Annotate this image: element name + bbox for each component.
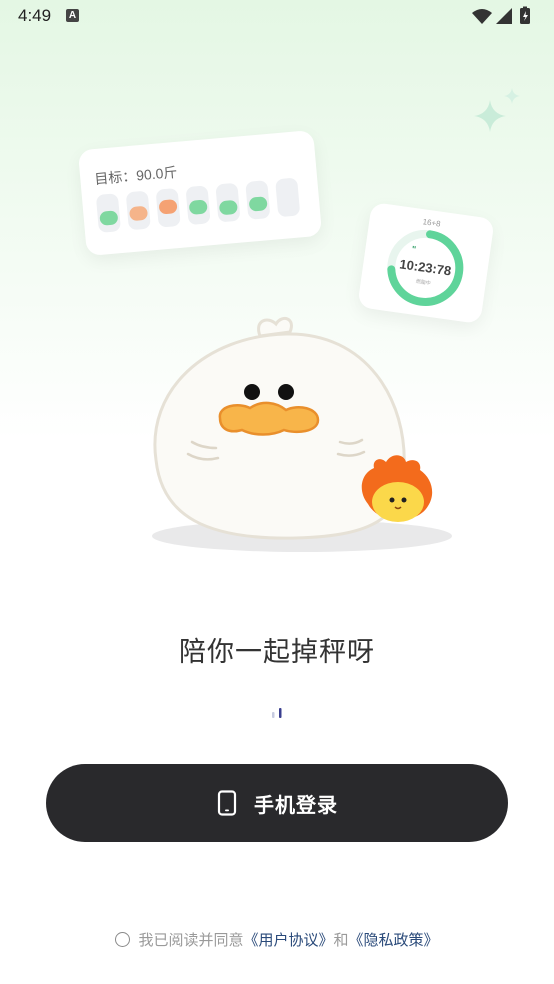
fasting-timer-card: 16+8 " 10:23:78 燃脂中 [357, 201, 495, 325]
timer-time: 10:23:78 [399, 256, 453, 278]
fire-mascot-right-eye [401, 497, 407, 503]
goal-bar [245, 180, 271, 220]
goal-bar-dot [158, 199, 178, 215]
loading-indicator-icon [272, 708, 282, 718]
agreement-prefix: 我已阅读并同意 [138, 930, 244, 949]
notification-icon: A [66, 9, 79, 22]
goal-bar-dot [218, 199, 238, 216]
goal-bar [95, 193, 122, 233]
timer-quote-icon: " [411, 244, 417, 254]
goal-bar [185, 185, 211, 226]
status-icons [472, 6, 530, 24]
goal-bar-dot [248, 196, 268, 212]
duck-beak [218, 401, 320, 436]
sparkle-icon [474, 88, 520, 132]
fire-mascot-left-eye [389, 497, 395, 503]
status-bar: 4:49 A [0, 0, 554, 32]
goal-bar [125, 190, 151, 231]
wifi-icon [472, 9, 492, 24]
signal-icon [496, 8, 512, 24]
status-time: 4:49 [18, 6, 52, 25]
goal-title: 目标：90.0斤 [93, 163, 179, 188]
fire-mascot-face [372, 482, 424, 522]
goal-bar-dot [128, 205, 149, 222]
user-agreement-link[interactable]: 《用户协议》 [243, 929, 333, 950]
slogan: 陪你一起掉秤呀 [179, 637, 375, 668]
duck-right-eye [278, 384, 294, 400]
duck-tuft [257, 316, 293, 338]
timer-graphic: 16+8 " 10:23:78 燃脂中 [387, 217, 464, 306]
goal-bar [215, 182, 241, 223]
phone-login-label: 手机登录 [254, 792, 338, 817]
duck-mascot-illustration [152, 316, 452, 552]
goal-bar-dot [99, 210, 119, 226]
agreement-row: 我已阅读并同意 《用户协议》 和 《隐私政策》 [0, 928, 554, 950]
timer-sublabel: 燃脂中 [415, 278, 431, 287]
agreement-conjunction: 和 [333, 930, 349, 949]
goal-bar [275, 177, 301, 218]
agreement-checkbox[interactable] [115, 931, 131, 947]
duck-left-eye [244, 384, 260, 400]
phone-icon [217, 790, 237, 816]
goal-card: 目标：90.0斤 [77, 129, 323, 257]
timer-mode: 16+8 [422, 217, 442, 228]
goal-bar-dot [188, 199, 208, 215]
phone-login-button[interactable]: 手机登录 [46, 764, 508, 842]
duck-body [153, 332, 406, 540]
goal-bar [155, 187, 181, 228]
privacy-policy-link[interactable]: 《隐私政策》 [349, 929, 439, 950]
